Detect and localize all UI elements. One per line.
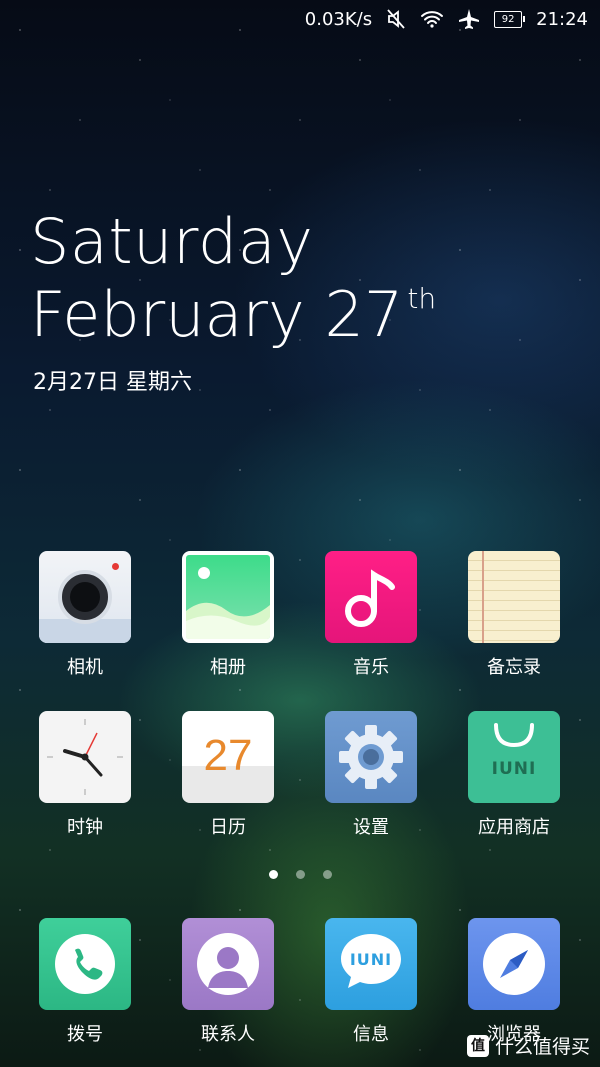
wifi-icon	[420, 10, 444, 28]
app-label: 应用商店	[478, 817, 550, 838]
dock-browser[interactable]: 浏览器	[459, 918, 569, 1046]
widget-ordinal-suffix: th	[407, 282, 437, 315]
notes-icon	[468, 551, 560, 643]
watermark: 值 什么值得买	[466, 1032, 590, 1059]
store-brand-text: IUNI	[491, 759, 537, 779]
mute-icon	[386, 8, 406, 30]
page-dot[interactable]	[322, 870, 332, 879]
dock-dialer[interactable]: 拨号	[30, 918, 140, 1046]
dock-contacts[interactable]: 联系人	[173, 918, 283, 1046]
widget-chinese-date: 2月27日 星期六	[33, 370, 192, 395]
gallery-icon	[182, 551, 274, 643]
camera-icon	[39, 551, 131, 643]
app-label: 备忘录	[487, 657, 541, 678]
phone-icon	[39, 918, 131, 1010]
app-label: 联系人	[201, 1024, 255, 1045]
app-label: 设置	[353, 817, 389, 838]
watermark-text: 什么值得买	[494, 1036, 590, 1058]
music-icon	[325, 551, 417, 643]
battery-icon: 92	[494, 10, 526, 28]
calendar-icon: 27	[182, 711, 274, 803]
app-label: 音乐	[353, 657, 389, 678]
gear-icon	[325, 711, 417, 803]
app-label: 日历	[210, 817, 246, 838]
watermark-logo: 值	[466, 1034, 489, 1057]
widget-day[interactable]: Saturday	[30, 205, 313, 278]
clock-icon	[39, 711, 131, 803]
widget-month-date-text: February 27	[30, 278, 404, 351]
app-label: 时钟	[67, 817, 103, 838]
app-clock[interactable]: 时钟	[30, 711, 140, 839]
app-settings[interactable]: 设置	[316, 711, 426, 839]
widget-month-date[interactable]: February 27th	[30, 278, 436, 351]
messages-brand-text: IUNI	[349, 950, 393, 969]
page-dot[interactable]	[268, 870, 278, 879]
page-dot[interactable]	[295, 870, 305, 879]
app-notes[interactable]: 备忘录	[459, 551, 569, 679]
clock-time: 21:24	[536, 8, 588, 30]
network-speed: 0.03K/s	[304, 8, 373, 30]
messages-icon: IUNI	[325, 918, 417, 1010]
wallpaper-stars	[0, 0, 600, 1067]
app-music[interactable]: 音乐	[316, 551, 426, 679]
calendar-date-number: 27	[203, 731, 253, 780]
contacts-icon	[182, 918, 274, 1010]
compass-icon	[468, 918, 560, 1010]
app-gallery[interactable]: 相册	[173, 551, 283, 679]
app-camera[interactable]: 相机	[30, 551, 140, 679]
status-bar: 0.03K/s 92 21:24	[305, 0, 588, 38]
dock-messages[interactable]: IUNI 信息	[316, 918, 426, 1046]
app-label: 相机	[67, 657, 103, 678]
app-store[interactable]: IUNI 应用商店	[459, 711, 569, 839]
page-indicator[interactable]	[0, 870, 600, 879]
app-label: 相册	[210, 657, 246, 678]
airplane-mode-icon	[458, 8, 480, 30]
app-calendar[interactable]: 27 日历	[173, 711, 283, 839]
app-label: 信息	[353, 1024, 389, 1045]
app-store-icon: IUNI	[468, 711, 560, 803]
app-label: 拨号	[67, 1024, 103, 1045]
